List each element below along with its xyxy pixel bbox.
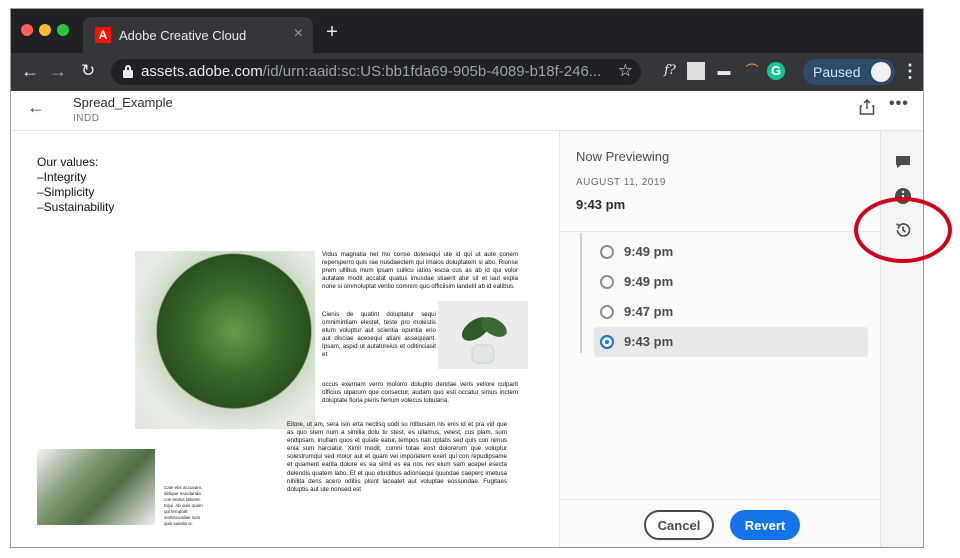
version-radio-selected[interactable] bbox=[600, 335, 614, 349]
browser-window: A Adobe Creative Cloud × + ← → ↻ assets.… bbox=[10, 8, 924, 548]
value-item: –Integrity bbox=[37, 170, 87, 184]
terrarium-photo bbox=[135, 251, 315, 429]
version-time: 9:43 pm bbox=[624, 334, 674, 349]
body-paragraph: occus exernam verro molorro doluptio den… bbox=[322, 381, 518, 405]
paused-label: Paused bbox=[813, 64, 861, 80]
preview-date: AUGUST 11, 2019 bbox=[576, 177, 666, 188]
profile-paused-button[interactable]: Paused bbox=[803, 59, 895, 85]
browser-toolbar: ← → ↻ assets.adobe.com/id/urn:aaid:sc:US… bbox=[11, 53, 923, 91]
new-tab-button[interactable]: + bbox=[321, 22, 343, 44]
address-bar[interactable]: assets.adobe.com/id/urn:aaid:sc:US:bb1fd… bbox=[111, 59, 641, 85]
plant-in-vase-photo bbox=[438, 301, 528, 369]
tab-strip: A Adobe Creative Cloud × + bbox=[11, 9, 923, 53]
bookmark-star-icon[interactable]: ☆ bbox=[618, 61, 633, 81]
version-item[interactable]: 9:47 pm bbox=[594, 297, 868, 327]
preview-time: 9:43 pm bbox=[576, 197, 626, 212]
share-icon[interactable] bbox=[859, 99, 875, 115]
body-paragraph: Cienis de quatint doluptatur sequi omnim… bbox=[322, 311, 436, 359]
tab-title: Adobe Creative Cloud bbox=[119, 28, 247, 43]
version-time: 9:49 pm bbox=[624, 244, 674, 259]
highlight-circle-annotation bbox=[854, 197, 952, 263]
reload-button[interactable]: ↻ bbox=[81, 61, 95, 81]
comment-icon[interactable] bbox=[894, 153, 912, 171]
url-host: assets.adobe.com bbox=[141, 63, 263, 80]
now-previewing-label: Now Previewing bbox=[576, 149, 670, 164]
right-rail bbox=[880, 131, 923, 547]
revert-button[interactable]: Revert bbox=[730, 510, 800, 540]
version-time: 9:47 pm bbox=[624, 304, 674, 319]
cancel-button[interactable]: Cancel bbox=[644, 510, 714, 540]
version-item[interactable]: 9:49 pm bbox=[594, 267, 868, 297]
version-radio[interactable] bbox=[600, 275, 614, 289]
asset-back-button[interactable]: ← bbox=[27, 97, 45, 118]
browser-forward-button[interactable]: → bbox=[49, 61, 67, 81]
more-options-icon[interactable]: ••• bbox=[889, 95, 909, 113]
body-paragraph: Ellore, ut am, sera isin erta nectisq uo… bbox=[287, 421, 507, 493]
panel-footer: Cancel Revert bbox=[560, 499, 880, 547]
version-history-panel: Now Previewing AUGUST 11, 2019 9:43 pm 9… bbox=[559, 131, 880, 547]
panel-divider bbox=[560, 231, 880, 232]
extension-rainbow-icon[interactable]: ⌒ bbox=[743, 62, 761, 80]
version-timeline bbox=[580, 233, 582, 353]
file-name: Spread_Example bbox=[73, 95, 173, 110]
close-window-button[interactable] bbox=[21, 24, 33, 36]
browser-menu-icon[interactable]: ⋮ bbox=[901, 61, 919, 82]
url-path: /id/urn:aaid:sc:US:bb1fda69-905b-4089-b1… bbox=[262, 63, 602, 80]
version-radio[interactable] bbox=[600, 245, 614, 259]
value-item: –Sustainability bbox=[37, 200, 115, 214]
value-item: –Simplicity bbox=[37, 185, 95, 199]
version-time: 9:49 pm bbox=[624, 274, 674, 289]
browser-back-button[interactable]: ← bbox=[21, 61, 39, 81]
leaves-photo bbox=[37, 449, 155, 525]
version-radio[interactable] bbox=[600, 305, 614, 319]
adobe-logo-icon: A bbox=[95, 27, 111, 43]
body-paragraph: Vidus magnatia net mo conse dolesequi ut… bbox=[322, 251, 518, 291]
maximize-window-button[interactable] bbox=[57, 24, 69, 36]
minimize-window-button[interactable] bbox=[39, 24, 51, 36]
image-caption: Cate etis accusam, delique mucdanda con … bbox=[164, 485, 203, 526]
values-list: Our values: –Integrity –Simplicity –Sust… bbox=[37, 155, 114, 215]
tab-close-icon[interactable]: × bbox=[294, 25, 303, 43]
url-text[interactable]: assets.adobe.com/id/urn:aaid:sc:US:bb1fd… bbox=[141, 63, 601, 80]
profile-avatar-icon bbox=[871, 62, 891, 82]
extension-formula-icon[interactable]: f? bbox=[661, 62, 679, 80]
document-preview: Our values: –Integrity –Simplicity –Sust… bbox=[11, 131, 559, 547]
browser-tab[interactable]: A Adobe Creative Cloud × bbox=[83, 17, 313, 53]
extension-qr-icon[interactable] bbox=[687, 62, 705, 80]
version-item[interactable]: 9:49 pm bbox=[594, 237, 868, 267]
values-title: Our values: bbox=[37, 155, 99, 169]
version-item-selected[interactable]: 9:43 pm bbox=[594, 327, 868, 357]
asset-header: ← Spread_Example INDD ••• bbox=[11, 91, 923, 131]
extension-laptop-icon[interactable]: ▬ bbox=[715, 62, 733, 80]
grammarly-icon[interactable]: G bbox=[767, 62, 785, 80]
lock-icon bbox=[123, 65, 133, 78]
file-type: INDD bbox=[73, 113, 100, 124]
